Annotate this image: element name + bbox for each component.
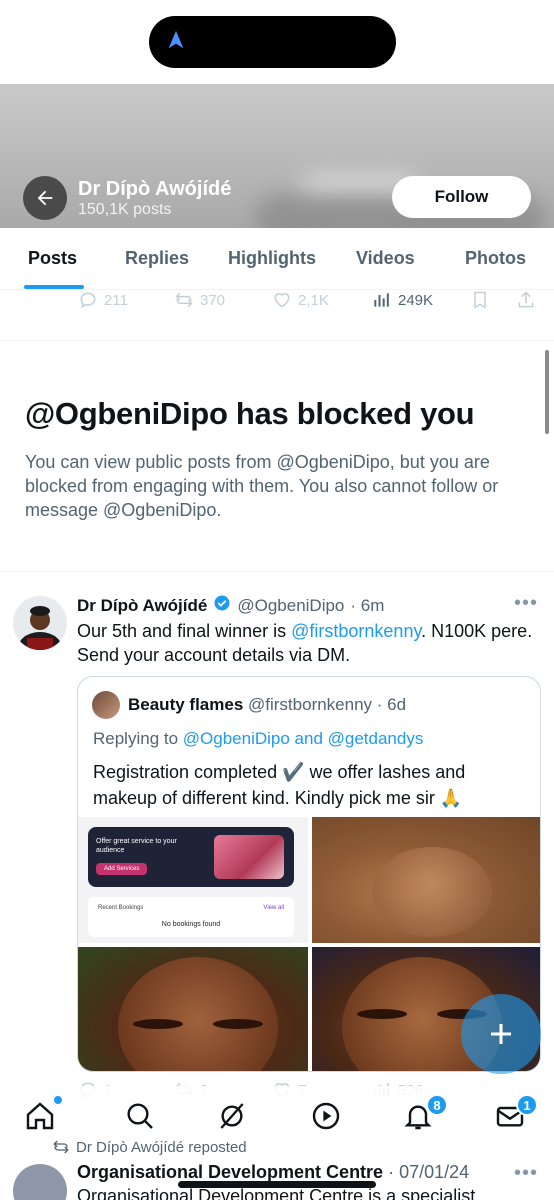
messages-badge: 1 xyxy=(516,1094,538,1116)
view-all-link: View all xyxy=(263,905,284,911)
verified-badge-icon xyxy=(213,594,231,617)
notifications-badge: 8 xyxy=(426,1094,448,1116)
back-button[interactable] xyxy=(23,176,67,220)
share-action[interactable] xyxy=(516,290,536,310)
avatar[interactable] xyxy=(13,1164,67,1200)
quote-author-handle: @firstbornkenny xyxy=(248,695,373,714)
repost-action[interactable]: 370 xyxy=(174,290,225,310)
tab-highlights[interactable]: Highlights xyxy=(228,248,316,269)
home-unread-dot xyxy=(54,1096,62,1104)
next-post-header: Organisational Development Centre · 07/0… xyxy=(77,1162,469,1183)
media-image-makeup-1[interactable] xyxy=(78,947,308,1071)
product-image xyxy=(214,835,284,879)
replying-to-link[interactable]: @OgbeniDipo and @getdandys xyxy=(183,729,424,748)
home-icon[interactable] xyxy=(24,1100,56,1132)
replying-prefix: Replying to xyxy=(93,729,183,748)
repost-indicator: Dr Dípò Awójídé reposted xyxy=(52,1138,247,1156)
heart-icon xyxy=(274,293,290,308)
bookings-card: Recent Bookings View all No bookings fou… xyxy=(88,897,294,937)
header-profile-name: Dr Dípò Awójídé xyxy=(78,178,232,200)
next-post-text: Organisational Development Centre is a s… xyxy=(77,1186,476,1200)
like-count: 2,1K xyxy=(298,291,329,309)
compose-button[interactable] xyxy=(461,994,541,1074)
bookmark-action[interactable] xyxy=(470,290,490,310)
plus-icon xyxy=(491,1024,511,1044)
location-arrow-icon xyxy=(165,29,187,56)
quote-time: · 6d xyxy=(376,695,407,714)
tweet-author-name[interactable]: Dr Dípò Awójídé xyxy=(77,596,207,616)
grok-icon[interactable] xyxy=(216,1100,248,1132)
divider xyxy=(0,340,554,341)
share-icon xyxy=(518,291,534,308)
blocked-message: You can view public posts from @OgbeniDi… xyxy=(25,452,499,520)
prev-post-actions: 211 370 2,1K 249K xyxy=(0,290,554,320)
tweet-text: Our 5th and final winner is @firstbornke… xyxy=(77,619,537,667)
header-posts-count: 150,1K posts xyxy=(78,201,172,218)
no-bookings-text: No bookings found xyxy=(161,921,221,928)
reply-action[interactable]: 211 xyxy=(78,290,128,310)
scrollbar[interactable] xyxy=(545,350,549,434)
bookmark-icon xyxy=(474,291,486,309)
quote-author-name: Beauty flames xyxy=(128,695,244,714)
search-icon[interactable] xyxy=(124,1100,156,1132)
next-post-time: · 07/01/24 xyxy=(388,1162,470,1182)
reply-count: 211 xyxy=(104,291,128,309)
tweet-text-part: Our 5th and final winner is xyxy=(77,621,292,641)
app-card-headline: Offer great service to your audience xyxy=(96,838,177,854)
like-action[interactable]: 2,1K xyxy=(272,290,329,310)
repost-icon xyxy=(175,292,193,308)
tab-videos[interactable]: Videos xyxy=(356,248,415,269)
mention-link[interactable]: @firstbornkenny xyxy=(291,621,421,641)
more-options-icon[interactable]: ••• xyxy=(514,592,538,615)
app-card-button: Add Services xyxy=(96,863,148,875)
active-tab-indicator xyxy=(24,285,84,289)
tab-posts[interactable]: Posts xyxy=(28,248,77,269)
views-action[interactable]: 249K xyxy=(372,290,433,310)
blocked-title: @OgbeniDipo has blocked you xyxy=(25,396,475,431)
quote-header: Beauty flames @firstbornkenny · 6d xyxy=(128,695,406,715)
tweet-header: Dr Dípò Awójídé @OgbeniDipo · 6m xyxy=(77,594,384,617)
views-bar-chart-icon xyxy=(374,293,389,307)
status-bar xyxy=(0,0,554,84)
bottom-navigation: 8 1 xyxy=(0,1086,554,1146)
media-image-app-screenshot[interactable]: Offer great service to your audience Add… xyxy=(78,817,308,943)
video-play-icon[interactable] xyxy=(310,1100,342,1132)
repost-count: 370 xyxy=(200,291,226,309)
profile-tabs: Posts Replies Highlights Videos Photos xyxy=(0,228,554,290)
home-indicator xyxy=(178,1181,376,1188)
repost-label[interactable]: Dr Dípò Awójídé reposted xyxy=(76,1139,247,1156)
avatar[interactable] xyxy=(13,596,67,650)
dynamic-island xyxy=(149,16,396,68)
quote-text: Registration completed ✔️ we offer lashe… xyxy=(93,762,466,808)
app-promo-card: Offer great service to your audience Add… xyxy=(88,827,294,887)
recent-bookings-label: Recent Bookings xyxy=(98,905,144,911)
follow-button[interactable]: Follow xyxy=(392,176,531,218)
quote-replying-to: Replying to @OgbeniDipo and @getdandys xyxy=(93,729,423,749)
tweet-author-handle[interactable]: @OgbeniDipo xyxy=(237,596,344,616)
views-count: 249K xyxy=(398,291,434,309)
more-options-icon[interactable]: ••• xyxy=(514,1162,538,1185)
repost-icon xyxy=(53,1140,69,1154)
next-post-author-name[interactable]: Organisational Development Centre xyxy=(77,1162,383,1182)
media-image-closeup[interactable] xyxy=(312,817,540,943)
arrow-left-icon xyxy=(37,190,53,206)
reply-icon xyxy=(80,292,96,309)
tweet-time: · 6m xyxy=(350,595,385,615)
tab-replies[interactable]: Replies xyxy=(125,248,189,269)
quote-avatar[interactable] xyxy=(92,691,120,719)
divider xyxy=(0,571,554,572)
tab-photos[interactable]: Photos xyxy=(465,248,526,269)
